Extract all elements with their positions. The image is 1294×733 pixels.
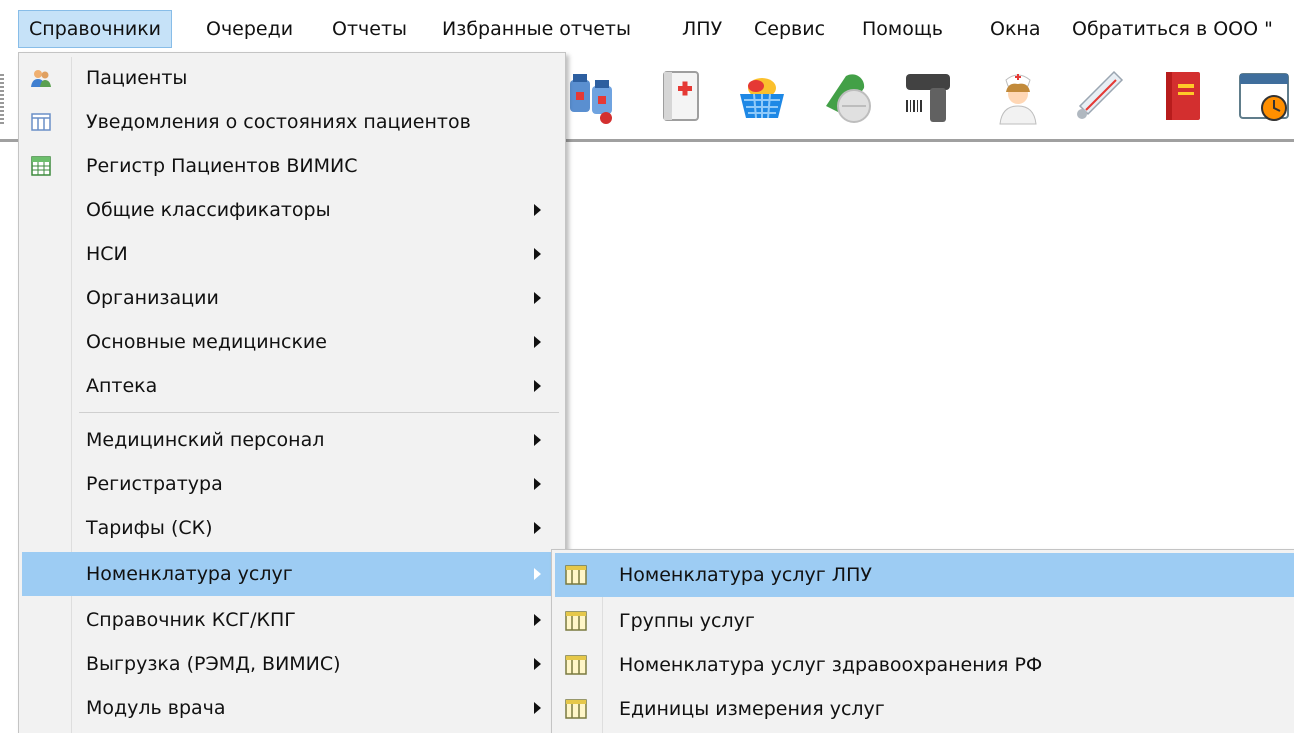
menu-item-registry[interactable]: Регистратура xyxy=(22,462,562,506)
pills-basket-icon[interactable] xyxy=(732,66,792,126)
menu-item-label: Регистратура xyxy=(86,473,223,495)
menu-item-label: Аптека xyxy=(86,375,158,397)
submenu-arrow-icon xyxy=(534,658,541,670)
submenu-item-label: Единицы измерения услуг xyxy=(619,698,885,720)
menu-item-ksg-kpg[interactable]: Справочник КСГ/КПГ xyxy=(22,598,562,642)
submenu-arrow-icon xyxy=(534,614,541,626)
toolbar-grip[interactable] xyxy=(0,74,4,124)
submenu-arrow-icon xyxy=(534,292,541,304)
calendar-clock-icon[interactable] xyxy=(1234,66,1294,126)
menu-item-general-classifiers[interactable]: Общие классификаторы xyxy=(22,188,562,232)
menu-izbrannye-otchety[interactable]: Избранные отчеты xyxy=(432,10,641,48)
table-grid-icon xyxy=(31,113,51,131)
menu-item-label: Выгрузка (РЭМД, ВИМИС) xyxy=(86,653,341,675)
spreadsheet-icon xyxy=(31,156,51,176)
menu-item-patients[interactable]: Пациенты xyxy=(22,56,562,100)
menu-item-doctor-module[interactable]: Модуль врача xyxy=(22,686,562,730)
menu-item-service-nomenclature[interactable]: Номенклатура услуг xyxy=(22,552,562,596)
submenu-arrow-icon xyxy=(534,336,541,348)
menu-item-label: Модуль врача xyxy=(86,697,226,719)
submenu-arrow-icon xyxy=(534,702,541,714)
menu-item-nsi[interactable]: НСИ xyxy=(22,232,562,276)
menu-item-basic-medical[interactable]: Основные медицинские xyxy=(22,320,562,364)
table-grid-icon xyxy=(565,699,587,719)
table-grid-icon xyxy=(565,611,587,631)
menu-lpu[interactable]: ЛПУ xyxy=(672,10,732,48)
medicine-bottles-icon[interactable] xyxy=(562,66,622,126)
submenu-arrow-icon xyxy=(534,434,541,446)
submenu-arrow-icon xyxy=(534,204,541,216)
menu-item-medical-staff[interactable]: Медицинский персонал xyxy=(22,418,562,462)
menu-item-label: НСИ xyxy=(86,243,128,265)
barcode-scanner-icon[interactable] xyxy=(900,66,960,126)
submenu-arrow-icon xyxy=(534,568,541,580)
menu-item-label: Номенклатура услуг xyxy=(86,563,293,585)
patients-icon xyxy=(31,70,51,87)
menu-item-label: Медицинский персонал xyxy=(86,429,325,451)
submenu-item-lpu-nomenclature[interactable]: Номенклатура услуг ЛПУ xyxy=(555,553,1294,597)
menu-item-label: Организации xyxy=(86,287,219,309)
submenu-arrow-icon xyxy=(534,522,541,534)
submenu-arrow-icon xyxy=(534,478,541,490)
menu-item-label: Регистр Пациентов ВИМИС xyxy=(86,155,358,177)
menu-item-tariffs[interactable]: Тарифы (СК) xyxy=(22,506,562,550)
menu-item-label: Основные медицинские xyxy=(86,331,327,353)
menu-item-label: Пациенты xyxy=(86,67,188,89)
submenu-item-label: Номенклатура услуг ЛПУ xyxy=(619,564,872,586)
menu-item-organizations[interactable]: Организации xyxy=(22,276,562,320)
menu-item-pharmacy[interactable]: Аптека xyxy=(22,364,562,408)
menu-item-export-remd-vimis[interactable]: Выгрузка (РЭМД, ВИМИС) xyxy=(22,642,562,686)
menu-pomoshch[interactable]: Помощь xyxy=(852,10,953,48)
submenu-arrow-icon xyxy=(534,248,541,260)
menu-ocheredi[interactable]: Очереди xyxy=(196,10,303,48)
pill-capsule-icon[interactable] xyxy=(816,66,876,126)
submenu-item-measurement-units[interactable]: Единицы измерения услуг xyxy=(555,687,1294,731)
table-grid-icon xyxy=(565,565,587,585)
menu-item-label: Тарифы (СК) xyxy=(86,517,213,539)
submenu-arrow-icon xyxy=(534,380,541,392)
service-nomenclature-submenu: Номенклатура услуг ЛПУ Группы услуг Номе… xyxy=(551,549,1294,733)
first-aid-book-icon[interactable] xyxy=(650,66,710,126)
nurse-icon[interactable] xyxy=(988,66,1048,126)
menu-servis[interactable]: Сервис xyxy=(744,10,835,48)
submenu-item-label: Номенклатура услуг здравоохранения РФ xyxy=(619,654,1043,676)
menu-okna[interactable]: Окна xyxy=(980,10,1051,48)
menu-obratitsya[interactable]: Обратиться в ООО " xyxy=(1062,10,1283,48)
menu-otchety[interactable]: Отчеты xyxy=(322,10,417,48)
menu-bar: Справочники Очереди Отчеты Избранные отч… xyxy=(0,0,1294,54)
menu-item-label: Общие классификаторы xyxy=(86,199,331,221)
menu-item-label: Справочник КСГ/КПГ xyxy=(86,609,296,631)
spravochniki-dropdown: Пациенты Уведомления о состояниях пациен… xyxy=(18,52,566,733)
application-window: Справочники Очереди Отчеты Избранные отч… xyxy=(0,0,1294,733)
menu-separator xyxy=(79,412,559,413)
table-grid-icon xyxy=(565,655,587,675)
submenu-item-label: Группы услуг xyxy=(619,610,755,632)
menu-spravochniki[interactable]: Справочники xyxy=(18,10,173,48)
submenu-item-service-groups[interactable]: Группы услуг xyxy=(555,599,1294,643)
submenu-item-rf-health-nomenclature[interactable]: Номенклатура услуг здравоохранения РФ xyxy=(555,643,1294,687)
menu-item-vimis-register[interactable]: Регистр Пациентов ВИМИС xyxy=(22,144,562,188)
red-book-icon[interactable] xyxy=(1152,66,1212,126)
menu-item-label: Уведомления о состояниях пациентов xyxy=(86,111,471,133)
thermometer-icon[interactable] xyxy=(1070,66,1130,126)
menu-item-notifications[interactable]: Уведомления о состояниях пациентов xyxy=(22,100,562,144)
